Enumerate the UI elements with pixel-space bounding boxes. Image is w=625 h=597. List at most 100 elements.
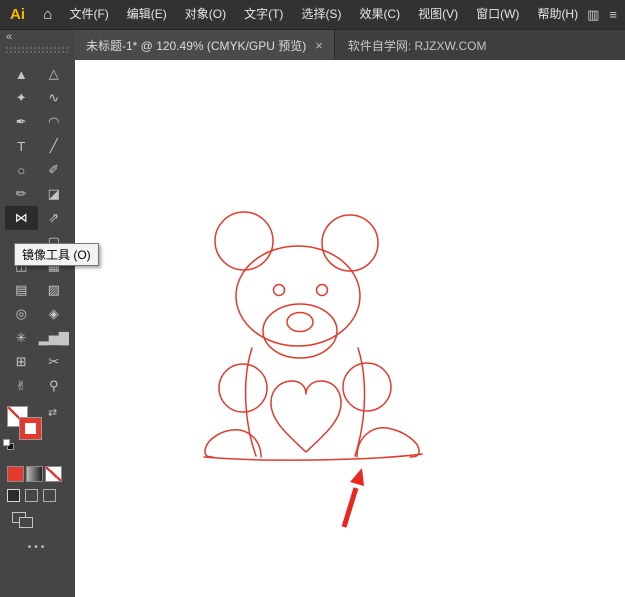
blend-tool[interactable]: ◈ xyxy=(38,302,71,326)
document-tab-bar: 未标题-1* @ 120.49% (CMYK/GPU 预览) × 软件自学网: … xyxy=(75,30,625,60)
menu-item[interactable]: 效果(C) xyxy=(350,0,409,29)
arrange-documents-icon[interactable]: ▥ xyxy=(587,7,599,23)
color-button[interactable] xyxy=(7,466,24,482)
direct-selection-tool[interactable]: △ xyxy=(38,62,71,86)
bear-left-eye[interactable] xyxy=(272,283,286,297)
arrow-shaft xyxy=(341,487,359,528)
default-fill-stroke-icon[interactable] xyxy=(3,439,16,450)
tool-icon: ⚲ xyxy=(48,378,59,393)
bear-base-line[interactable] xyxy=(203,453,423,461)
menu-item[interactable]: 窗口(W) xyxy=(467,0,528,29)
pencil-tool[interactable]: ✏ xyxy=(5,182,38,206)
symbol-sprayer-tool[interactable]: ✳ xyxy=(5,326,38,350)
tool-icon: T xyxy=(17,138,26,154)
tools-grid: ▲ △ ✦ ∿ ✒ ◠ T ╱ ○ ✐ ✏ ◪ ⋈ ⇗ ↔ ▢ ▤ ▨ ◎ ◈ … xyxy=(0,62,75,398)
menu-item[interactable]: 选择(S) xyxy=(292,0,350,29)
bear-right-ear[interactable] xyxy=(321,214,379,272)
more-tools-button[interactable]: ••• xyxy=(0,542,75,553)
eraser-tool[interactable]: ◪ xyxy=(38,182,71,206)
tool-icon: ✐ xyxy=(48,162,60,177)
tool-icon: ⊞ xyxy=(15,354,27,369)
teddy-bear-outline[interactable] xyxy=(203,211,423,461)
tool-icon: ⋈ xyxy=(14,210,28,225)
hand-tool[interactable]: ✌ xyxy=(5,374,38,398)
slice-tool[interactable]: ✂ xyxy=(38,350,71,374)
tool-icon: ∿ xyxy=(48,90,60,105)
document-tab-title: 未标题-1* @ 120.49% (CMYK/GPU 预览) xyxy=(86,38,307,53)
tool-icon: ◪ xyxy=(47,186,60,201)
lasso-tool[interactable]: ∿ xyxy=(38,86,71,110)
illustrator-window: Ai ⌂ 文件(F) 编辑(E) 对象(O) 文字(T) 选择(S) 效果(C)… xyxy=(0,0,625,597)
bear-right-arm[interactable] xyxy=(342,362,392,412)
gradient-button[interactable] xyxy=(26,466,43,482)
draw-normal-button[interactable] xyxy=(7,489,20,502)
gradient-tool[interactable]: ▨ xyxy=(38,278,71,302)
tool-icon: ✳ xyxy=(15,330,27,345)
tool-icon: ✌ xyxy=(15,378,27,393)
bear-right-foot[interactable] xyxy=(356,427,420,458)
curvature-tool[interactable]: ◠ xyxy=(38,110,71,134)
tool-icon: △ xyxy=(48,66,59,81)
selection-tool[interactable]: ▲ xyxy=(5,62,38,86)
reflect-tool[interactable]: ⋈ xyxy=(5,206,38,230)
scale-tool[interactable]: ⇗ xyxy=(38,206,71,230)
tool-icon: ✒ xyxy=(15,114,27,129)
mesh-tool[interactable]: ▤ xyxy=(5,278,38,302)
bear-left-arm[interactable] xyxy=(218,363,268,413)
pen-tool[interactable]: ✒ xyxy=(5,110,38,134)
menu-item[interactable]: 视图(V) xyxy=(409,0,467,29)
draw-behind-button[interactable] xyxy=(25,489,38,502)
tool-icon: ▨ xyxy=(47,282,60,297)
tool-icon: ✦ xyxy=(15,90,27,105)
type-tool[interactable]: T xyxy=(5,134,38,158)
panel-drag-grip[interactable] xyxy=(5,46,70,54)
bear-left-ear[interactable] xyxy=(214,211,274,271)
annotation-arrow[interactable] xyxy=(341,468,364,528)
site-watermark-text: 软件自学网: RJZXW.COM xyxy=(347,38,487,53)
tool-icon: ╱ xyxy=(49,138,58,153)
collapse-panel-icon[interactable]: « xyxy=(0,30,75,44)
menu-item[interactable]: 对象(O) xyxy=(176,0,235,29)
workspace-menu-icon[interactable]: ≡ xyxy=(609,7,617,23)
screen-mode-button[interactable] xyxy=(12,512,34,528)
ellipse-tool[interactable]: ○ xyxy=(5,158,38,182)
tool-icon: ▲ xyxy=(14,66,28,82)
home-icon[interactable]: ⌂ xyxy=(35,6,60,23)
tool-icon: ▂▅▇ xyxy=(38,330,69,345)
swap-fill-stroke-icon[interactable]: ⇄ xyxy=(48,406,57,419)
tools-panel: « ▲ △ ✦ ∿ ✒ ◠ T ╱ ○ ✐ ✏ ◪ ⋈ ⇗ ↔ ▢ ▤ ▨ ◎ … xyxy=(0,30,75,597)
column-graph-tool[interactable]: ▂▅▇ xyxy=(38,326,71,350)
tool-icon: ◠ xyxy=(48,114,60,129)
close-icon[interactable]: × xyxy=(315,39,323,52)
stroke-color-swatch[interactable] xyxy=(19,417,42,440)
menu-item[interactable]: 帮助(H) xyxy=(528,0,587,29)
paint-style-row xyxy=(0,452,75,482)
tool-icon: ◈ xyxy=(48,306,59,321)
heart-shape[interactable] xyxy=(270,380,342,453)
tool-icon: ✂ xyxy=(48,354,60,369)
paintbrush-tool[interactable]: ✐ xyxy=(38,158,71,182)
tool-icon: ⇗ xyxy=(48,210,60,225)
canvas-artwork[interactable] xyxy=(75,60,625,597)
arrow-head xyxy=(350,468,364,486)
menu-item[interactable]: 编辑(E) xyxy=(118,0,176,29)
main-menus: 文件(F) 编辑(E) 对象(O) 文字(T) 选择(S) 效果(C) 视图(V… xyxy=(60,0,587,29)
bear-right-eye[interactable] xyxy=(315,283,329,297)
app-logo: Ai xyxy=(10,6,26,23)
menu-item[interactable]: 文件(F) xyxy=(60,0,117,29)
draw-inside-button[interactable] xyxy=(43,489,56,502)
screen-mode-icon-overlay xyxy=(19,517,33,528)
menu-item[interactable]: 文字(T) xyxy=(235,0,292,29)
artboard-tool[interactable]: ⊞ xyxy=(5,350,38,374)
bear-nose[interactable] xyxy=(286,311,314,333)
magic-wand-tool[interactable]: ✦ xyxy=(5,86,38,110)
tool-icon: ○ xyxy=(17,162,26,178)
document-tab[interactable]: 未标题-1* @ 120.49% (CMYK/GPU 预览) × xyxy=(75,30,335,60)
zoom-tool[interactable]: ⚲ xyxy=(38,374,71,398)
none-button[interactable] xyxy=(45,466,62,482)
artboard-canvas[interactable] xyxy=(75,60,625,597)
eyedropper-tool[interactable]: ◎ xyxy=(5,302,38,326)
default-fill-chip xyxy=(3,439,10,446)
menubar-right-icons: ▥ ≡ xyxy=(587,7,625,23)
line-segment-tool[interactable]: ╱ xyxy=(38,134,71,158)
